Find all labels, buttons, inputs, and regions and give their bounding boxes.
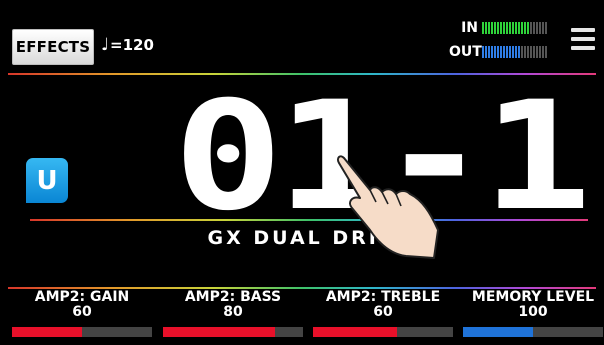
param-name: AMP2: BASS — [184, 289, 282, 305]
output-level-meter — [482, 46, 547, 58]
meter-segment — [494, 22, 496, 34]
meter-segment — [494, 46, 496, 58]
meter-segment — [524, 46, 526, 58]
output-meter: OUT — [449, 44, 547, 60]
parameter-knobs: AMP2: GAIN 60 AMP2: BASS 80 AMP2: TREBLE… — [0, 290, 604, 345]
meter-segment — [533, 22, 535, 34]
meter-segment — [530, 22, 532, 34]
param-knob-1[interactable]: AMP2: GAIN 60 — [12, 289, 152, 337]
param-knob-2[interactable]: AMP2: BASS 80 — [163, 289, 303, 337]
input-level-meter — [482, 22, 547, 34]
param-name: MEMORY LEVEL — [471, 289, 595, 305]
param-value: 100 — [518, 304, 548, 320]
meter-segment — [488, 46, 490, 58]
meter-segment — [539, 22, 541, 34]
param-level-bar — [12, 327, 152, 337]
meter-segment — [506, 46, 508, 58]
meter-segment — [497, 22, 499, 34]
patch-divider — [30, 219, 588, 221]
param-value: 60 — [373, 304, 393, 320]
meter-segment — [518, 46, 520, 58]
param-knob-3[interactable]: AMP2: TREBLE 60 — [313, 289, 453, 337]
meter-segment — [485, 22, 487, 34]
param-knob-4[interactable]: MEMORY LEVEL 100 — [463, 289, 603, 337]
meter-segment — [509, 46, 511, 58]
param-level-bar — [463, 327, 603, 337]
param-value: 80 — [223, 304, 243, 320]
meter-segment — [530, 46, 532, 58]
param-level-bar — [313, 327, 453, 337]
meter-segment — [485, 46, 487, 58]
meter-segment — [497, 46, 499, 58]
meter-segment — [521, 22, 523, 34]
meter-segment — [512, 46, 514, 58]
quarter-note-icon: ♩ — [101, 35, 110, 55]
param-name: AMP2: GAIN — [34, 289, 130, 305]
meter-segment — [488, 22, 490, 34]
meter-segment — [539, 46, 541, 58]
in-label: IN — [461, 20, 478, 36]
meter-segment — [500, 22, 502, 34]
meter-segment — [482, 22, 484, 34]
meter-segment — [527, 46, 529, 58]
screen-frame: EFFECTS ♩ =120 IN OUT U 01-1 GX DUAL DRI… — [0, 0, 604, 345]
meter-segment — [500, 46, 502, 58]
meter-segment — [482, 46, 484, 58]
meter-segment — [524, 22, 526, 34]
tempo-display[interactable]: ♩ =120 — [101, 30, 154, 60]
meter-segment — [545, 46, 547, 58]
meter-segment — [545, 22, 547, 34]
meter-segment — [506, 22, 508, 34]
param-value: 60 — [72, 304, 92, 320]
tempo-value: =120 — [110, 36, 154, 54]
effects-button[interactable]: EFFECTS — [12, 29, 94, 65]
meter-segment — [542, 22, 544, 34]
meter-segment — [536, 22, 538, 34]
input-meter: IN — [456, 20, 547, 36]
tap-hand-icon — [336, 155, 439, 259]
meter-segment — [503, 22, 505, 34]
meter-segment — [491, 46, 493, 58]
meter-segment — [512, 22, 514, 34]
meter-segment — [491, 22, 493, 34]
meter-segment — [503, 46, 505, 58]
user-bank-badge: U — [26, 158, 68, 203]
out-label: OUT — [449, 44, 482, 60]
meter-segment — [518, 22, 520, 34]
menu-icon[interactable] — [571, 28, 595, 52]
meter-segment — [536, 46, 538, 58]
meter-segment — [521, 46, 523, 58]
meter-segment — [533, 46, 535, 58]
meter-segment — [509, 22, 511, 34]
param-name: AMP2: TREBLE — [325, 289, 441, 305]
meter-segment — [542, 46, 544, 58]
meter-segment — [527, 22, 529, 34]
param-level-bar — [163, 327, 303, 337]
meter-segment — [515, 22, 517, 34]
meter-segment — [515, 46, 517, 58]
